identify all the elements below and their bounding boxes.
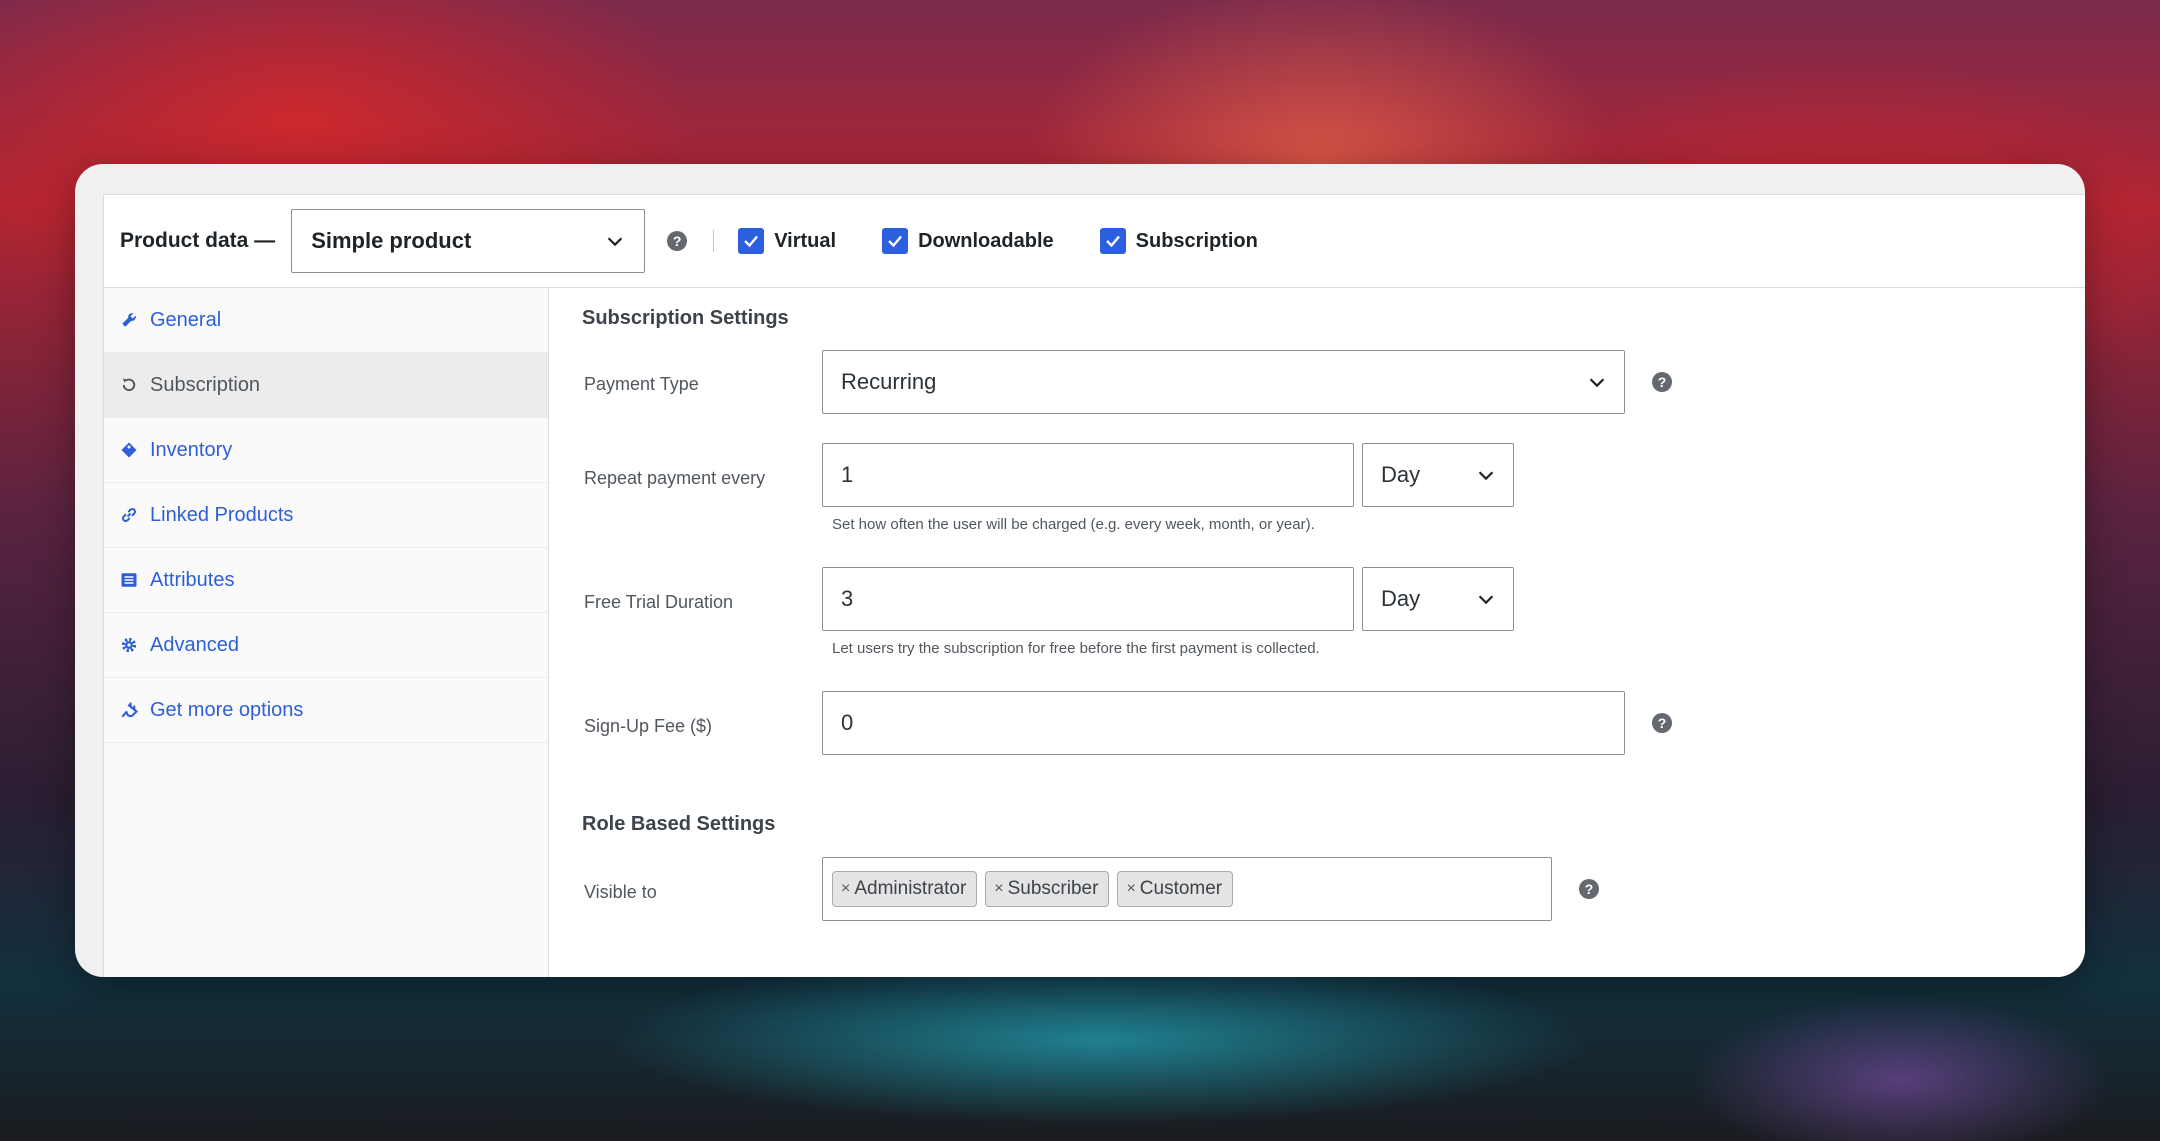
- downloadable-checkbox[interactable]: Downloadable: [882, 228, 1054, 254]
- help-icon[interactable]: ?: [1652, 713, 1672, 733]
- product-data-window: Product data — Simple product ? Virtual …: [75, 164, 2085, 977]
- tab-advanced[interactable]: Advanced: [104, 613, 548, 678]
- signup-fee-value: 0: [841, 710, 854, 735]
- trial-period-select[interactable]: Day: [1362, 567, 1514, 631]
- checkbox-checked-icon: [1099, 228, 1126, 254]
- product-data-tabs: General Subscription Inventory Linked Pr…: [104, 288, 549, 977]
- tab-label: Linked Products: [150, 503, 294, 526]
- role-tag-subscriber: × Subscriber: [985, 871, 1110, 907]
- repeat-interval-input[interactable]: 1: [822, 443, 1354, 507]
- tab-linked-products[interactable]: Linked Products: [104, 483, 548, 548]
- chevron-down-icon: [1478, 471, 1494, 481]
- product-data-header: Product data — Simple product ? Virtual …: [104, 195, 2085, 288]
- tab-label: General: [150, 308, 222, 331]
- role-tag-administrator: × Administrator: [832, 871, 978, 907]
- subscription-label: Subscription: [1135, 229, 1258, 252]
- link-icon: [120, 506, 138, 524]
- tab-label: Attributes: [150, 568, 235, 591]
- tab-get-more-options[interactable]: Get more options: [104, 678, 548, 743]
- role-settings-heading: Role Based Settings: [582, 813, 776, 835]
- remove-tag-icon[interactable]: ×: [994, 880, 1003, 898]
- payment-type-label: Payment Type: [584, 374, 699, 394]
- product-data-panel: Product data — Simple product ? Virtual …: [103, 194, 2085, 977]
- subscription-panel: Subscription Settings Payment Type Recur…: [549, 288, 2085, 977]
- subscription-settings-heading: Subscription Settings: [582, 307, 789, 329]
- visible-to-multiselect[interactable]: × Administrator × Subscriber × Customer: [822, 857, 1552, 921]
- help-icon[interactable]: ?: [1652, 372, 1672, 392]
- trial-period-value: Day: [1381, 586, 1421, 611]
- virtual-checkbox[interactable]: Virtual: [738, 228, 836, 254]
- chevron-down-icon: [1589, 378, 1605, 388]
- tab-subscription[interactable]: Subscription: [104, 353, 548, 418]
- trial-duration-value: 3: [841, 586, 854, 611]
- signup-fee-input[interactable]: 0: [822, 691, 1625, 755]
- wrench-icon: [120, 311, 138, 329]
- free-trial-description: Let users try the subscription for free …: [832, 640, 1320, 657]
- downloadable-label: Downloadable: [918, 229, 1054, 252]
- payment-type-select[interactable]: Recurring: [822, 350, 1625, 414]
- remove-tag-icon[interactable]: ×: [841, 880, 850, 898]
- product-type-select[interactable]: Simple product: [291, 209, 646, 273]
- repeat-payment-label: Repeat payment every: [584, 468, 766, 488]
- payment-type-value: Recurring: [841, 369, 937, 394]
- help-icon[interactable]: ?: [1579, 879, 1599, 899]
- trial-duration-input[interactable]: 3: [822, 567, 1354, 631]
- repeat-payment-description: Set how often the user will be charged (…: [832, 516, 1315, 533]
- tab-inventory[interactable]: Inventory: [104, 418, 548, 483]
- repeat-period-value: Day: [1381, 462, 1421, 487]
- visible-to-label: Visible to: [584, 882, 657, 902]
- chevron-down-icon: [1478, 595, 1494, 605]
- subscription-checkbox[interactable]: Subscription: [1099, 228, 1258, 254]
- repeat-interval-value: 1: [841, 462, 854, 487]
- help-icon[interactable]: ?: [667, 231, 688, 251]
- checkbox-checked-icon: [738, 228, 765, 254]
- product-type-value: Simple product: [311, 228, 472, 253]
- checkbox-checked-icon: [882, 228, 909, 254]
- tab-general[interactable]: General: [104, 288, 548, 353]
- tag-label: Administrator: [854, 878, 967, 899]
- tab-label: Get more options: [150, 698, 304, 721]
- gear-icon: [120, 636, 138, 654]
- tab-attributes[interactable]: Attributes: [104, 548, 548, 613]
- plugin-icon: [120, 701, 138, 719]
- free-trial-label: Free Trial Duration: [584, 592, 734, 612]
- signup-fee-label: Sign-Up Fee ($): [584, 716, 713, 736]
- tag-icon: [120, 441, 138, 459]
- virtual-label: Virtual: [774, 229, 837, 252]
- tag-label: Subscriber: [1007, 878, 1099, 899]
- tab-label: Subscription: [150, 373, 261, 396]
- product-data-title: Product data —: [120, 229, 276, 252]
- repeat-period-select[interactable]: Day: [1362, 443, 1514, 507]
- tag-label: Customer: [1139, 878, 1223, 899]
- product-data-body: General Subscription Inventory Linked Pr…: [104, 288, 2085, 977]
- refresh-icon: [120, 376, 138, 394]
- role-tag-customer: × Customer: [1117, 871, 1234, 907]
- chevron-down-icon: [607, 237, 623, 247]
- list-icon: [120, 571, 138, 589]
- tab-label: Advanced: [150, 633, 239, 656]
- remove-tag-icon[interactable]: ×: [1126, 880, 1135, 898]
- header-divider: [713, 230, 715, 252]
- tab-label: Inventory: [150, 438, 233, 461]
